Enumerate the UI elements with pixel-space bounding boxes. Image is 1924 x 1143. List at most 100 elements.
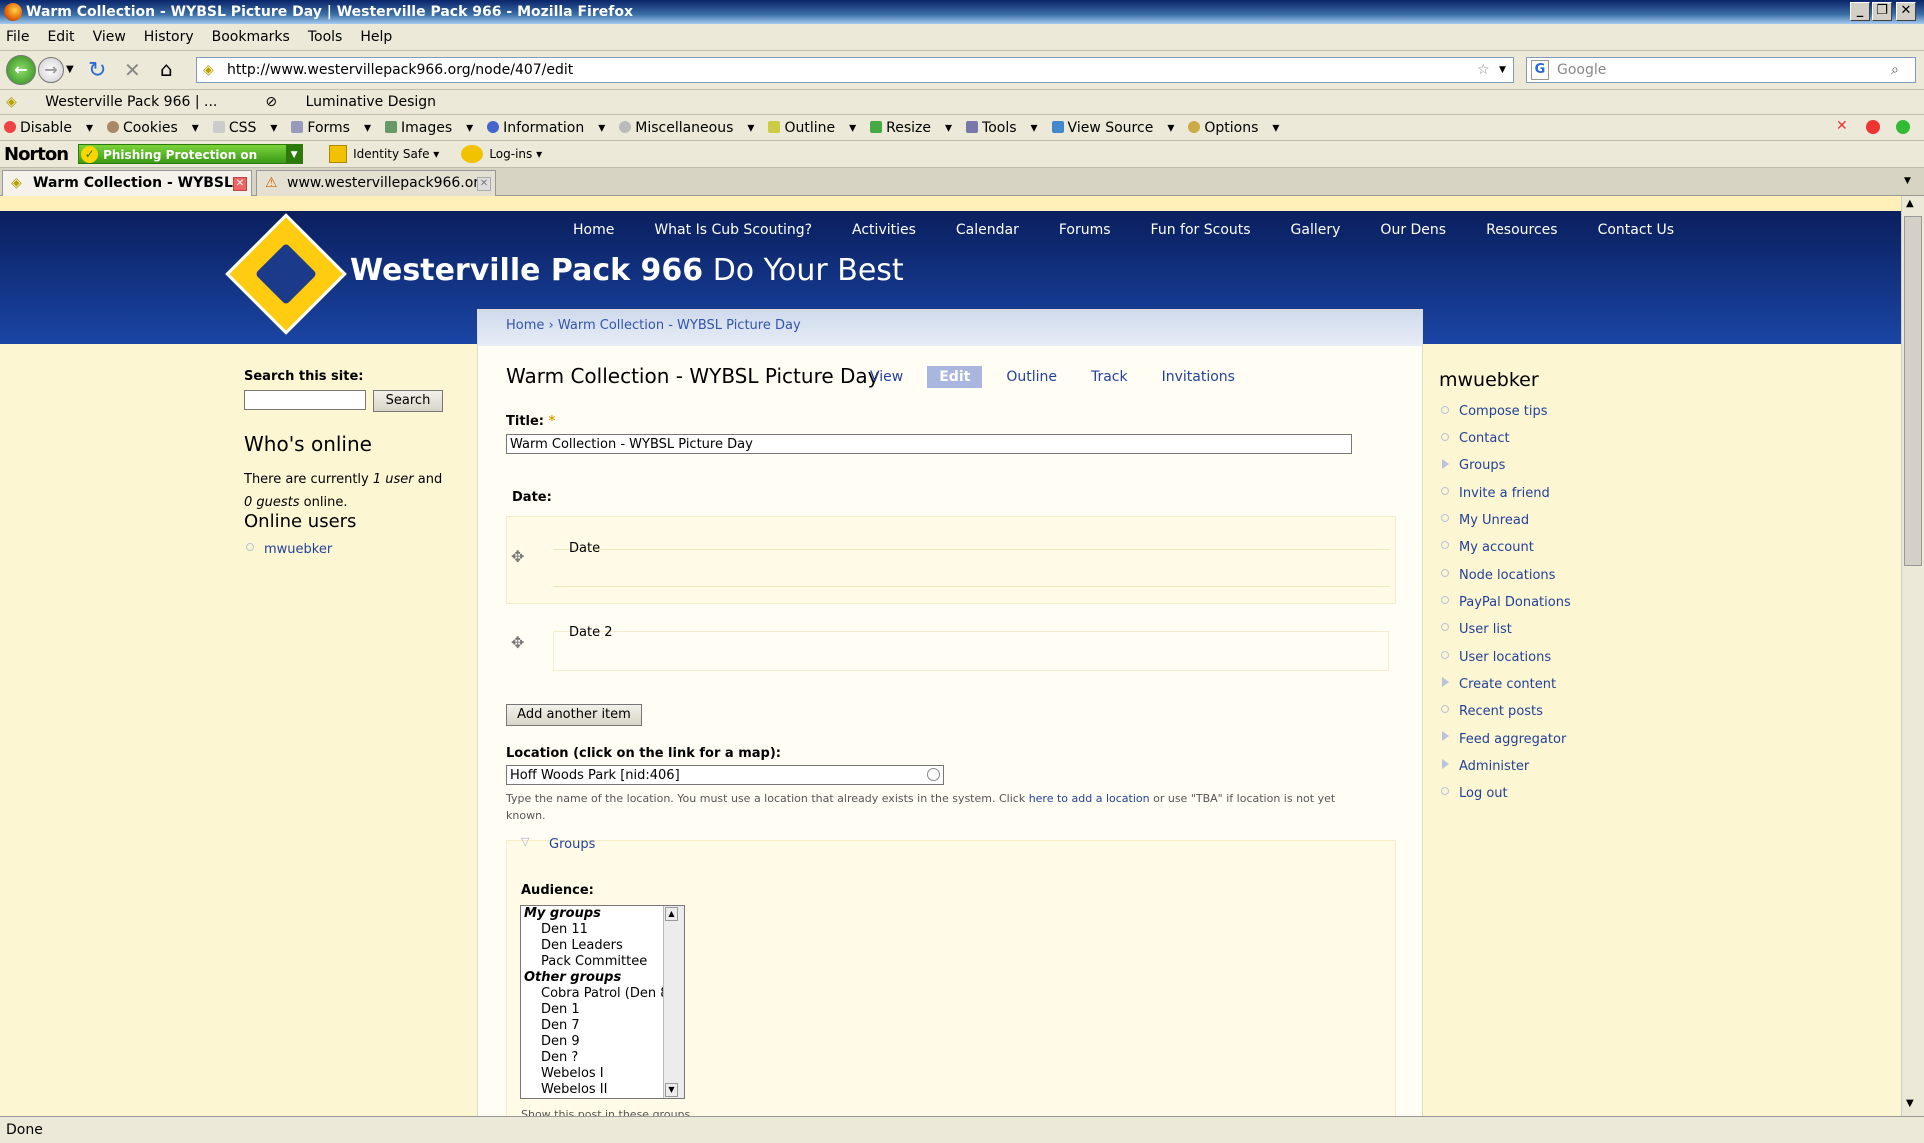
options-menu[interactable]: Options ▾ <box>1188 120 1279 136</box>
menu-node-locations[interactable]: Node locations <box>1459 568 1555 583</box>
dropdown-icon[interactable]: ▼ <box>286 145 303 163</box>
audience-option[interactable]: Cobra Patrol (Den 8) <box>521 986 684 1002</box>
tab-edit[interactable]: Edit <box>927 366 983 388</box>
menu-contact[interactable]: Contact <box>1459 431 1510 446</box>
audience-option[interactable]: Pack Committee <box>521 954 684 970</box>
search-input[interactable] <box>244 390 366 410</box>
close-tab-icon[interactable]: ✕ <box>477 177 491 191</box>
audience-select[interactable]: My groups Den 11 Den Leaders Pack Commit… <box>520 905 685 1099</box>
menu-feed-aggregator[interactable]: Feed aggregator <box>1459 732 1566 747</box>
nav-calendar[interactable]: Calendar <box>956 222 1019 238</box>
tools-menu[interactable]: Tools ▾ <box>966 120 1038 136</box>
minimize-button[interactable]: _ <box>1850 2 1870 21</box>
tab-list-icon[interactable]: ▼ <box>1904 176 1911 186</box>
audience-option[interactable]: Den ? <box>521 1050 684 1066</box>
audience-option[interactable]: Den 7 <box>521 1018 684 1034</box>
cookies-menu[interactable]: Cookies ▾ <box>106 120 199 136</box>
back-button[interactable]: ← <box>6 55 36 85</box>
tab-view[interactable]: View <box>860 366 913 388</box>
tab-track[interactable]: Track <box>1081 366 1138 388</box>
menu-paypal-donations[interactable]: PayPal Donations <box>1459 595 1571 610</box>
css-menu[interactable]: CSS ▾ <box>212 120 277 136</box>
collapse-triangle-icon[interactable]: ▽ <box>521 835 529 848</box>
forms-menu[interactable]: Forms ▾ <box>291 120 371 136</box>
add-another-item-button[interactable]: Add another item <box>506 704 642 726</box>
error-icon[interactable] <box>1866 120 1880 134</box>
bookmark-westerville[interactable]: ◈ Westerville Pack 966 | ... <box>6 94 241 110</box>
online-user-link[interactable]: mwuebker <box>264 542 332 557</box>
history-dropdown-icon[interactable]: ▼ <box>66 64 74 75</box>
reload-icon[interactable]: ↻ <box>88 58 106 83</box>
nav-what-is-cub-scouting[interactable]: What Is Cub Scouting? <box>654 222 812 238</box>
close-window-button[interactable]: ✕ <box>1896 2 1916 21</box>
drag-handle-icon[interactable]: ✥ <box>511 633 524 652</box>
miscellaneous-menu[interactable]: Miscellaneous ▾ <box>619 120 754 136</box>
nav-activities[interactable]: Activities <box>852 222 916 238</box>
tab-westervillepack[interactable]: ⚠ www.westervillepack966.org / ... ✕ <box>256 170 496 215</box>
tab-invitations[interactable]: Invitations <box>1152 366 1245 388</box>
google-engine-icon[interactable]: G <box>1531 60 1549 80</box>
url-dropdown-icon[interactable]: ▼ <box>1499 58 1506 82</box>
select-scrollbar[interactable]: ▲ ▼ <box>663 906 684 1098</box>
nav-home[interactable]: Home <box>573 222 614 238</box>
close-tab-icon[interactable]: ✕ <box>233 177 247 191</box>
outline-menu[interactable]: Outline ▾ <box>768 120 856 136</box>
menu-my-account[interactable]: My account <box>1459 540 1534 555</box>
title-input[interactable] <box>506 434 1352 454</box>
menu-user-locations[interactable]: User locations <box>1459 650 1551 665</box>
disable-menu[interactable]: Disable ▾ <box>4 120 93 136</box>
nav-our-dens[interactable]: Our Dens <box>1380 222 1446 238</box>
menu-file[interactable]: File <box>6 29 29 45</box>
logins-menu[interactable]: Log-ins ▾ <box>461 145 542 163</box>
identity-safe-menu[interactable]: Identity Safe ▾ <box>329 145 439 163</box>
valid-icon[interactable] <box>1896 120 1910 134</box>
home-icon[interactable]: ⌂ <box>160 57 173 81</box>
menu-recent-posts[interactable]: Recent posts <box>1459 704 1543 719</box>
forward-button[interactable]: → <box>38 57 64 83</box>
menu-user-list[interactable]: User list <box>1459 622 1512 637</box>
bookmark-luminative[interactable]: ⊘ Luminative Design <box>265 94 460 110</box>
menu-my-unread[interactable]: My Unread <box>1459 513 1529 528</box>
nav-fun-for-scouts[interactable]: Fun for Scouts <box>1151 222 1251 238</box>
audience-option[interactable]: Den 9 <box>521 1034 684 1050</box>
nav-resources[interactable]: Resources <box>1486 222 1558 238</box>
search-magnifier-icon[interactable]: ⌕ <box>1891 58 1899 82</box>
breadcrumb-home[interactable]: Home <box>506 318 544 333</box>
menu-bookmarks[interactable]: Bookmarks <box>212 29 290 45</box>
search-bar[interactable]: G Google ⌕ <box>1526 57 1916 83</box>
nav-contact-us[interactable]: Contact Us <box>1598 222 1674 238</box>
breadcrumb-current[interactable]: Warm Collection - WYBSL Picture Day <box>558 318 801 333</box>
scroll-down-icon[interactable]: ▼ <box>1906 1098 1914 1109</box>
menu-compose-tips[interactable]: Compose tips <box>1459 404 1548 419</box>
restore-button[interactable]: ❐ <box>1872 2 1892 21</box>
images-menu[interactable]: Images ▾ <box>385 120 473 136</box>
scroll-up-icon[interactable]: ▲ <box>1906 198 1914 209</box>
scroll-thumb[interactable] <box>1904 216 1922 566</box>
nav-gallery[interactable]: Gallery <box>1291 222 1341 238</box>
audience-option[interactable]: Den 11 <box>521 922 684 938</box>
menu-tools[interactable]: Tools <box>308 29 343 45</box>
tab-warm-collection[interactable]: ◈ Warm Collection - WYBSL ... ✕ <box>2 170 252 215</box>
drag-handle-icon[interactable]: ✥ <box>511 547 524 566</box>
scroll-up-icon[interactable]: ▲ <box>665 907 678 921</box>
audience-option[interactable]: Den Leaders <box>521 938 684 954</box>
menu-view[interactable]: View <box>93 29 126 45</box>
stop-icon[interactable]: ✕ <box>124 58 141 82</box>
menu-invite-friend[interactable]: Invite a friend <box>1459 486 1550 501</box>
cub-scout-logo[interactable] <box>225 213 347 335</box>
menu-administer[interactable]: Administer <box>1459 759 1529 774</box>
site-name[interactable]: Westerville Pack 966 Do Your Best <box>350 253 904 288</box>
location-input[interactable] <box>506 765 944 785</box>
view-source-menu[interactable]: View Source ▾ <box>1051 120 1174 136</box>
menu-create-content[interactable]: Create content <box>1459 677 1556 692</box>
search-button[interactable]: Search <box>373 390 443 412</box>
menu-edit[interactable]: Edit <box>47 29 74 45</box>
nav-forums[interactable]: Forums <box>1059 222 1111 238</box>
audience-option[interactable]: Den 1 <box>521 1002 684 1018</box>
groups-legend[interactable]: Groups <box>549 837 595 852</box>
phishing-protection-status[interactable]: ✓ Phishing Protection on ▼ <box>78 144 304 164</box>
information-menu[interactable]: Information ▾ <box>487 120 605 136</box>
audience-option[interactable]: Webelos I <box>521 1066 684 1082</box>
menu-log-out[interactable]: Log out <box>1459 786 1508 801</box>
menu-help[interactable]: Help <box>360 29 392 45</box>
